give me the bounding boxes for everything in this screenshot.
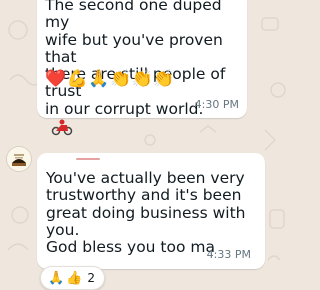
message-line: trustworthy and it's been [46, 186, 242, 205]
message-line: The second one duped my [45, 0, 222, 32]
contact-avatar[interactable] [7, 147, 31, 171]
message-bubble-1[interactable]: The second one duped my wife but you've … [37, 0, 247, 118]
message-timestamp: 4:33 PM [206, 248, 251, 261]
message-line: wife but you've proven that [45, 30, 223, 66]
message-bubble-2[interactable]: You've actually been very trustworthy an… [37, 153, 265, 269]
message-timestamp: 4:30 PM [194, 98, 239, 111]
message-line: God bless you too ma [46, 238, 215, 257]
avatar-image-icon [7, 147, 31, 171]
sender-name-bar [76, 158, 100, 160]
emoji-row: ❤️💪🙏👏👏👏 [45, 69, 176, 89]
reactions-pill[interactable]: 🙏 👍 2 [40, 266, 106, 290]
message-line: You've actually been very [46, 169, 245, 187]
reaction-count: 2 [87, 271, 96, 285]
message-line: you. [46, 220, 80, 239]
message-line: great doing business with [46, 203, 246, 222]
thumbs-up-reaction-icon: 👍 [66, 271, 83, 286]
motorcycle-sticker-icon [51, 119, 73, 136]
pray-reaction-icon: 🙏 [48, 271, 65, 286]
message-text: You've actually been very trustworthy an… [46, 169, 246, 257]
